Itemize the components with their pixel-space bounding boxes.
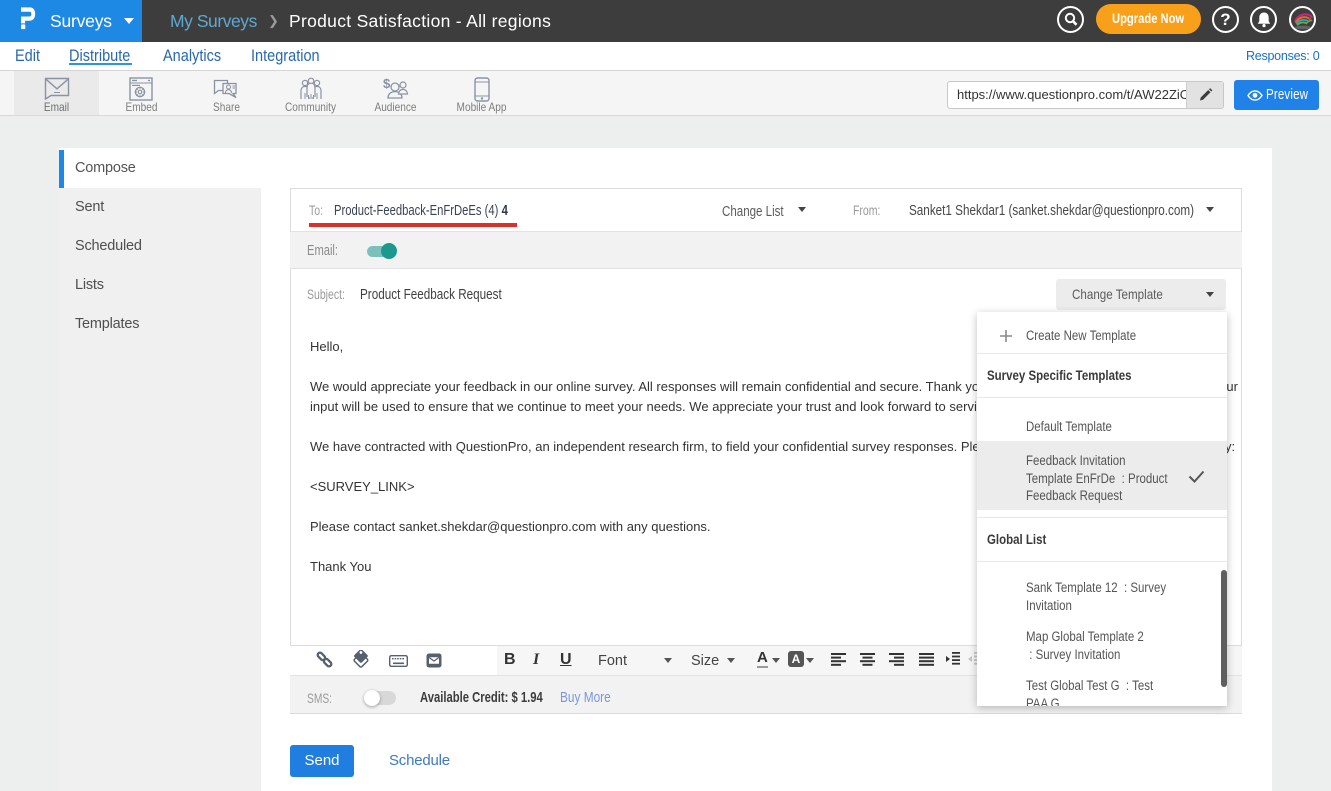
svg-text:$: $ [383,77,391,91]
